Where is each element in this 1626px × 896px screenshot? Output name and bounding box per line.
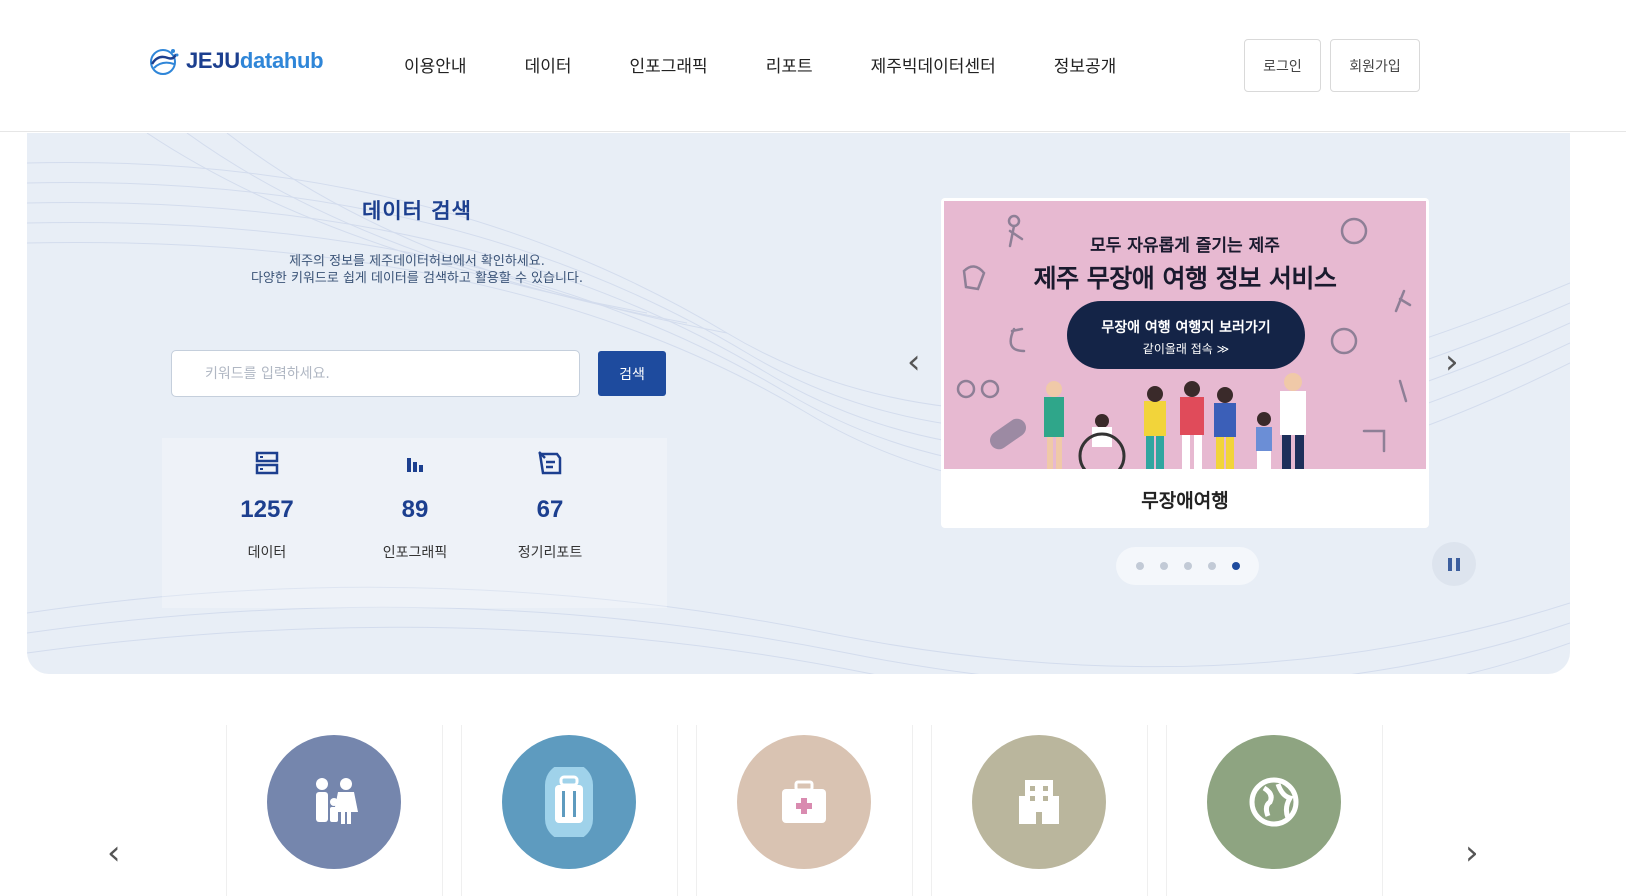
auth-buttons: 로그인 회원가입 <box>1244 39 1420 92</box>
slider-dot-2[interactable] <box>1159 562 1168 570</box>
database-icon <box>255 451 279 475</box>
category-card-environment[interactable] <box>1166 725 1383 896</box>
slider-pause-button[interactable] <box>1432 542 1476 586</box>
category-card-building[interactable] <box>931 725 1148 896</box>
building-icon <box>1019 780 1059 824</box>
category-prev-arrow-icon[interactable]: ‹ <box>107 833 121 873</box>
search-input[interactable] <box>171 350 580 397</box>
nav-item-guide[interactable]: 이용안내 <box>404 52 467 77</box>
family-icon <box>316 778 358 824</box>
nav-item-disclosure[interactable]: 정보공개 <box>1054 52 1117 77</box>
category-card-health[interactable] <box>696 725 913 896</box>
stat-report-label: 정기리포트 <box>517 545 583 561</box>
stat-data-value: 1257 <box>240 496 294 523</box>
slider-dot-1[interactable] <box>1135 562 1144 570</box>
stat-data-label: 데이터 <box>247 545 287 561</box>
slide-banner-image: 모두 자유롭게 즐기는 제주 제주 무장애 여행 정보 서비스 무장애 여행 여… <box>944 201 1426 469</box>
site-logo[interactable]: JEJUdatahub <box>146 46 324 76</box>
category-next-arrow-icon[interactable]: › <box>1465 833 1479 873</box>
stat-report[interactable]: 67 정기리포트 <box>475 438 625 562</box>
banner-cta-main: 무장애 여행 여행지 보러가기 <box>1101 320 1271 336</box>
logo-text-datahub: datahub <box>239 48 324 73</box>
nav-item-data[interactable]: 데이터 <box>525 52 572 77</box>
slide-caption: 무장애여행 <box>1141 490 1229 512</box>
pause-icon-bar <box>1456 557 1460 571</box>
category-building-image <box>972 735 1106 869</box>
report-icon <box>538 451 562 475</box>
search-description: 제주의 정보를 제주데이터허브에서 확인하세요. 다양한 키워드로 쉽게 데이터… <box>27 253 807 287</box>
luggage-icon <box>545 767 593 837</box>
slider-prev-arrow-icon[interactable]: ‹ <box>907 345 921 379</box>
login-button[interactable]: 로그인 <box>1244 39 1321 92</box>
logo-mark-icon <box>150 49 179 75</box>
slide-card[interactable]: 모두 자유롭게 즐기는 제주 제주 무장애 여행 정보 서비스 무장애 여행 여… <box>941 198 1429 528</box>
banner-subtitle: 모두 자유롭게 즐기는 제주 <box>1090 236 1280 256</box>
nav-item-infographic[interactable]: 인포그래픽 <box>629 52 707 77</box>
nav-item-bigdata-center[interactable]: 제주빅데이터센터 <box>871 52 996 77</box>
medical-kit-icon <box>782 780 826 823</box>
hero-section: 데이터 검색 제주의 정보를 제주데이터허브에서 확인하세요. 다양한 키워드로… <box>27 133 1570 674</box>
slider-dot-3[interactable] <box>1183 562 1192 570</box>
nav-item-report[interactable]: 리포트 <box>766 52 813 77</box>
category-family-image <box>267 735 401 869</box>
banner-cta-pill[interactable]: 무장애 여행 여행지 보러가기 같이올래 접속 ≫ <box>1067 301 1305 369</box>
stat-infographic-value: 89 <box>401 496 429 523</box>
banner-cta-sub: 같이올래 접속 ≫ <box>1142 342 1230 356</box>
category-carousel <box>226 725 1383 896</box>
search-desc-line1: 제주의 정보를 제주데이터허브에서 확인하세요. <box>289 254 545 269</box>
slider-next-arrow-icon[interactable]: › <box>1445 345 1459 379</box>
stats-panel: 1257 데이터 89 인포그래픽 67 정기리포트 <box>162 438 667 608</box>
logo-text-jeju: JEJU <box>186 48 240 73</box>
search-desc-line2: 다양한 키워드로 쉽게 데이터를 검색하고 활용할 수 있습니다. <box>250 271 584 286</box>
slider-pagination <box>1116 547 1259 585</box>
search-title: 데이터 검색 <box>362 199 472 223</box>
search-button[interactable]: 검색 <box>598 351 666 396</box>
stat-data[interactable]: 1257 데이터 <box>192 438 342 562</box>
category-travel-image <box>502 735 636 869</box>
slider-dot-5[interactable] <box>1231 562 1240 570</box>
category-card-family[interactable] <box>226 725 443 896</box>
globe-icon <box>1249 777 1299 827</box>
signup-button[interactable]: 회원가입 <box>1330 39 1420 92</box>
slider-dot-4[interactable] <box>1207 562 1216 570</box>
stat-infographic[interactable]: 89 인포그래픽 <box>340 438 490 562</box>
category-card-travel[interactable] <box>461 725 678 896</box>
category-health-image <box>737 735 871 869</box>
stat-infographic-label: 인포그래픽 <box>382 545 448 561</box>
bar-chart-icon <box>407 458 423 472</box>
site-header: JEJUdatahub 이용안내 데이터 인포그래픽 리포트 제주빅데이터센터 … <box>0 0 1626 132</box>
banner-title: 제주 무장애 여행 정보 서비스 <box>1033 264 1337 293</box>
stat-report-value: 67 <box>536 496 564 523</box>
pause-icon-bar <box>1448 557 1452 571</box>
category-environment-image <box>1207 735 1341 869</box>
main-nav: 이용안내 데이터 인포그래픽 리포트 제주빅데이터센터 정보공개 <box>404 52 1174 77</box>
